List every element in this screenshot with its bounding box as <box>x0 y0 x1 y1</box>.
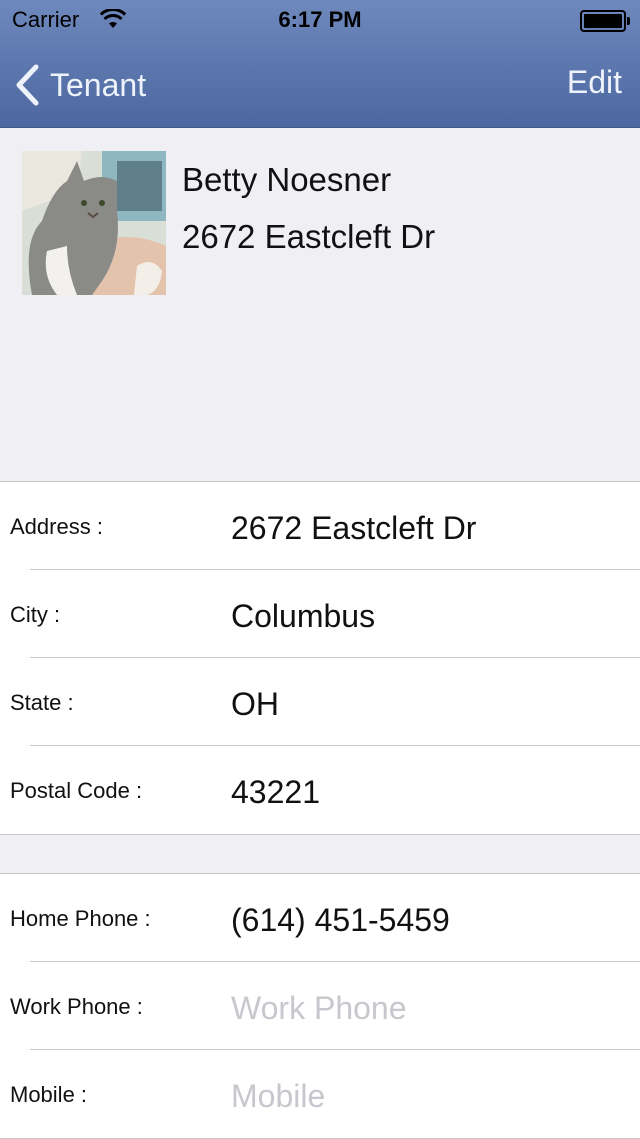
home-phone-label: Home Phone : <box>10 906 151 931</box>
mobile-row[interactable]: Mobile : Mobile <box>0 1050 640 1138</box>
work-phone-row[interactable]: Work Phone : Work Phone <box>0 962 640 1050</box>
postal-code-label: Postal Code : <box>10 778 143 803</box>
state-value[interactable]: OH <box>231 686 279 723</box>
mobile-field[interactable]: Mobile <box>231 1078 325 1115</box>
address-row[interactable]: Address : 2672 Eastcleft Dr <box>0 482 640 570</box>
state-label: State : <box>10 690 74 715</box>
tenant-photo[interactable] <box>22 151 166 295</box>
city-value[interactable]: Columbus <box>231 598 375 635</box>
tenant-header: Betty Noesner 2672 Eastcleft Dr <box>0 129 640 481</box>
city-label: City : <box>10 602 61 627</box>
city-row[interactable]: City : Columbus <box>0 570 640 658</box>
back-button-label: Tenant <box>50 66 147 103</box>
status-time: 6:17 PM <box>278 7 362 32</box>
edit-button[interactable]: Edit <box>567 64 622 101</box>
postal-code-value[interactable]: 43221 <box>231 774 320 811</box>
state-row[interactable]: State : OH <box>0 658 640 746</box>
battery-icon <box>580 10 630 32</box>
mobile-label: Mobile : <box>10 1082 88 1107</box>
address-section: Address : 2672 Eastcleft Dr City : Colum… <box>0 481 640 835</box>
address-label: Address : <box>10 514 103 539</box>
chevron-left-icon <box>14 64 40 106</box>
work-phone-label: Work Phone : <box>10 994 143 1019</box>
tenant-address: 2672 Eastcleft Dr <box>182 218 436 255</box>
tenant-name: Betty Noesner <box>182 161 392 198</box>
navigation-bar: Carrier 6:17 PM Tenant Edit <box>0 0 640 128</box>
home-phone-value[interactable]: (614) 451-5459 <box>231 902 450 939</box>
work-phone-field[interactable]: Work Phone <box>231 990 407 1027</box>
home-phone-row[interactable]: Home Phone : (614) 451-5459 <box>0 874 640 962</box>
status-bar: Carrier 6:17 PM <box>0 0 640 40</box>
phone-section: Home Phone : (614) 451-5459 Work Phone :… <box>0 873 640 1139</box>
back-button[interactable]: Tenant <box>14 60 146 110</box>
postal-code-row[interactable]: Postal Code : 43221 <box>0 746 640 834</box>
address-value[interactable]: 2672 Eastcleft Dr <box>231 510 476 547</box>
